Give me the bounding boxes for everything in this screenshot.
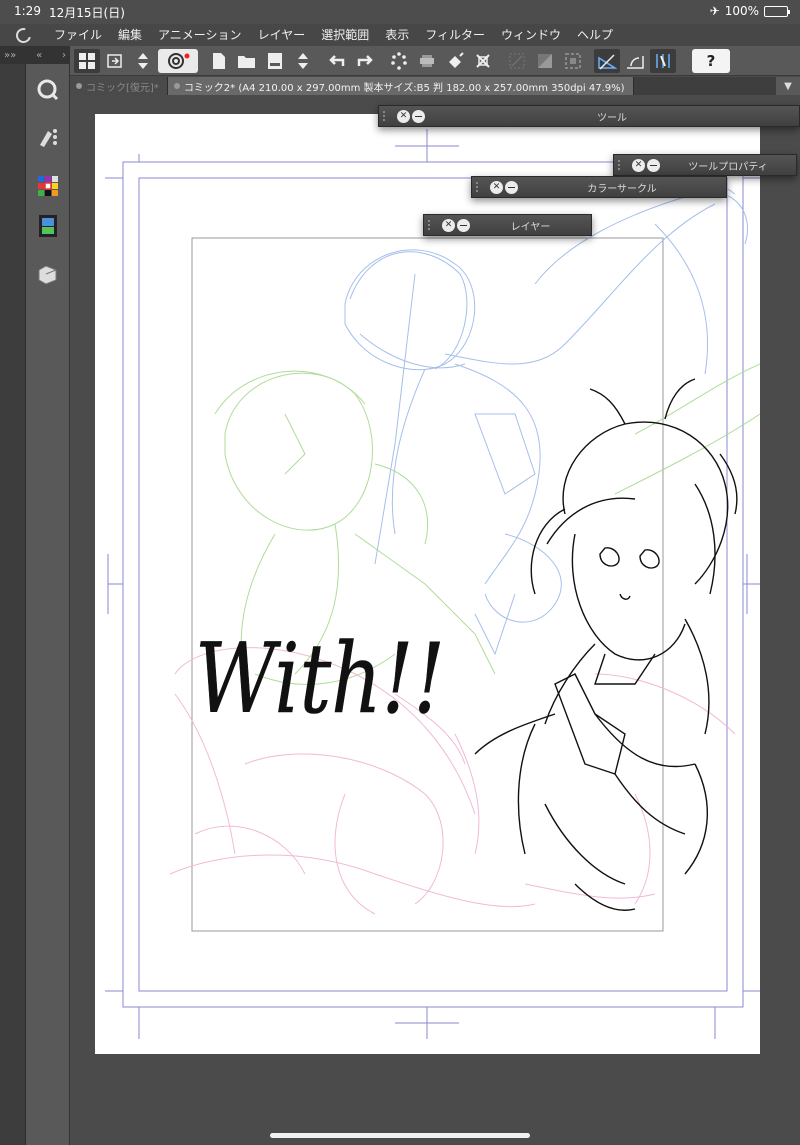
deselect-icon[interactable] [504, 49, 530, 73]
grip-icon[interactable] [618, 160, 630, 170]
open-folder-icon[interactable] [234, 49, 260, 73]
canvas-paper[interactable]: With!! [95, 114, 761, 1054]
clip-studio-cloud-icon[interactable] [158, 48, 198, 73]
updown-arrow-icon[interactable] [130, 49, 156, 73]
fill-icon[interactable] [442, 49, 468, 73]
palette-title: カラーサークル [587, 183, 657, 195]
menu-item[interactable]: 選択範囲 [313, 24, 377, 46]
expand-dock-icon[interactable]: « [36, 50, 42, 61]
tool-property-palette-titlebar[interactable]: ✕ ツールプロパティ [613, 154, 797, 176]
trim-guides [105, 129, 760, 1039]
menu-item[interactable]: アニメーション [150, 24, 250, 46]
lineart-character [474, 378, 738, 911]
battery-percent: 100% [724, 4, 759, 18]
grip-icon[interactable] [428, 220, 440, 230]
menu-item[interactable]: 編集 [110, 24, 150, 46]
menu-bar: ファイル 編集 アニメーション レイヤー 選択範囲 表示 フィルター ウィンドウ ヘルプ [0, 24, 800, 46]
left-palette-strip [0, 46, 26, 1145]
ios-status-bar: 1:29 12月15日(日) ✈ 100% [0, 0, 800, 24]
home-indicator[interactable] [270, 1133, 530, 1138]
close-icon[interactable]: ✕ [397, 109, 410, 123]
layout-grid-icon[interactable] [74, 48, 100, 73]
clear-layer-icon[interactable] [414, 49, 440, 73]
status-right: ✈ 100% [709, 4, 790, 18]
dock-arrow-icon[interactable]: › [62, 50, 66, 61]
tool-palette-titlebar[interactable]: ✕ ツール [378, 105, 800, 127]
airplane-icon: ✈ [709, 4, 720, 18]
special-ruler-snap-icon[interactable] [622, 49, 648, 73]
menu-items: ファイル 編集 アニメーション レイヤー 選択範囲 表示 フィルター ウィンドウ ヘルプ [46, 24, 621, 46]
menu-item[interactable]: ウィンドウ [493, 24, 569, 46]
loading-icon[interactable] [386, 49, 412, 73]
close-icon[interactable]: ✕ [442, 218, 455, 232]
layer-property-icon[interactable] [34, 260, 62, 288]
tab-document[interactable]: コミック[復元]* [70, 77, 168, 95]
status-date: 12月15日(日) [49, 6, 125, 20]
grip-icon[interactable] [383, 111, 395, 121]
updown-arrow-icon-2[interactable] [290, 49, 316, 73]
menu-item[interactable]: レイヤー [250, 24, 314, 46]
tab-active-document[interactable]: コミック2* (A4 210.00 x 297.00mm 製本サイズ:B5 判 … [167, 77, 634, 95]
animation-timeline-icon[interactable] [34, 212, 62, 240]
tab-label: コミック[復元]* [86, 82, 159, 94]
redo-icon[interactable] [352, 49, 378, 73]
import-icon[interactable] [102, 49, 128, 73]
new-file-icon[interactable] [206, 49, 232, 73]
dock-header: »» « › [0, 46, 70, 64]
minimize-icon[interactable] [457, 218, 470, 232]
menu-item[interactable]: フィルター [417, 24, 493, 46]
palette-title: レイヤー [510, 221, 551, 233]
undo-icon[interactable] [324, 49, 350, 73]
menu-item[interactable]: ヘルプ [569, 24, 621, 46]
search-material-icon[interactable] [34, 76, 62, 104]
tab-label: コミック2* (A4 210.00 x 297.00mm 製本サイズ:B5 判 … [183, 82, 625, 94]
help-button[interactable]: ? [692, 48, 730, 73]
collapse-dock-icon[interactable]: »» [4, 50, 16, 61]
close-icon[interactable]: ✕ [632, 158, 645, 172]
app-root: 1:29 12月15日(日) ✈ 100% ファイル 編集 アニメーション レイヤー選… [0, 0, 800, 1145]
grid-snap-icon[interactable] [650, 48, 676, 73]
artwork-canvas: With!! [105, 129, 761, 1039]
color-set-icon[interactable] [34, 172, 62, 200]
pen-tool-icon[interactable] [34, 123, 62, 151]
minimize-icon[interactable] [412, 109, 425, 123]
left-dock [26, 46, 70, 1145]
app-logo-icon[interactable] [0, 24, 46, 46]
lettering-text: With!! [195, 623, 445, 735]
menu-item[interactable]: 表示 [377, 24, 417, 46]
tab-list-dropdown-icon[interactable]: ▼ [776, 77, 800, 95]
selection-border-icon[interactable] [560, 49, 586, 73]
layer-palette-titlebar[interactable]: ✕ レイヤー [423, 214, 592, 236]
minimize-icon[interactable] [505, 180, 518, 194]
ruler-snap-icon[interactable] [594, 48, 620, 73]
grip-icon[interactable] [476, 182, 488, 192]
close-icon[interactable]: ✕ [490, 180, 503, 194]
minimize-icon[interactable] [647, 158, 660, 172]
invert-selection-icon[interactable] [532, 49, 558, 73]
palette-title: ツール [597, 112, 627, 124]
blue-sketch [344, 174, 749, 656]
save-icon[interactable] [262, 49, 288, 73]
document-tabs: コミック[復元]* コミック2* (A4 210.00 x 297.00mm 製本… [70, 77, 800, 95]
tab-dot-icon [76, 83, 82, 89]
transform-icon[interactable] [470, 49, 496, 73]
status-time: 1:29 [14, 4, 41, 18]
command-bar: ? [70, 46, 800, 76]
tab-dot-icon [173, 83, 180, 89]
menu-item[interactable]: ファイル [46, 24, 110, 46]
color-circle-palette-titlebar[interactable]: ✕ カラーサークル [471, 176, 727, 198]
palette-title: ツールプロパティ [688, 161, 768, 173]
battery-icon [764, 5, 790, 17]
